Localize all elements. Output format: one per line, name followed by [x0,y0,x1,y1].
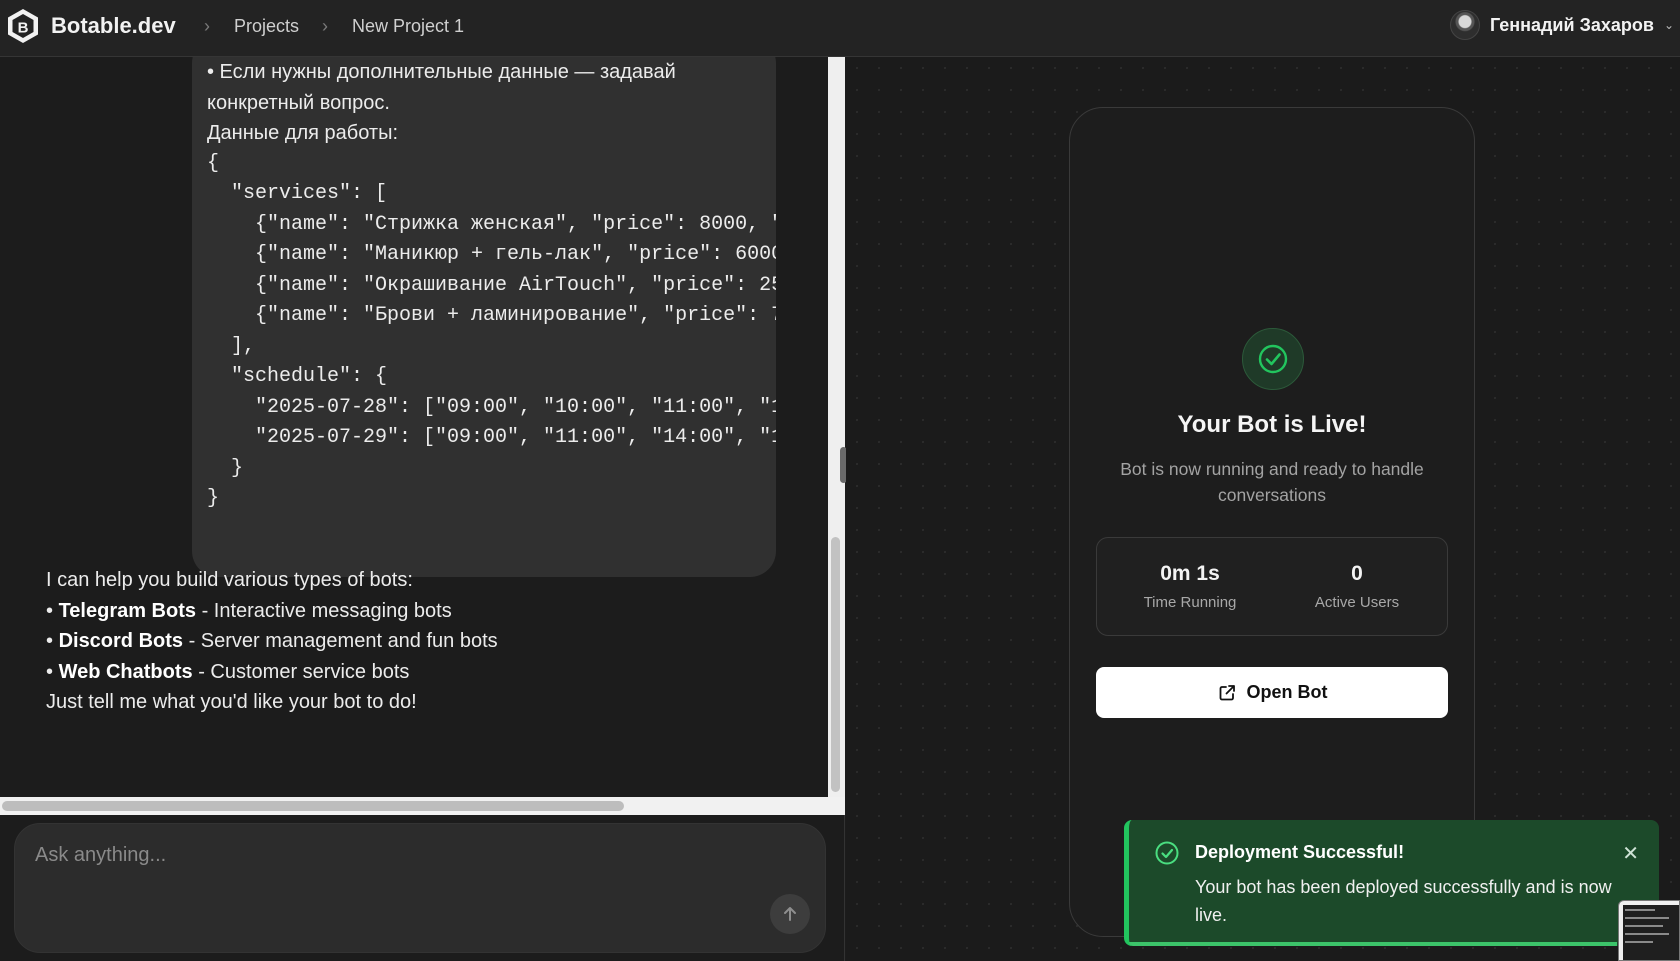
code-line: "2025-07-29": ["09:00", "11:00", "14:00"… [207,426,776,449]
chat-panel: • Если нужны дополнительные данные — зад… [0,57,845,961]
code-line: } [207,487,220,510]
breadcrumb-current-project[interactable]: New Project 1 [352,16,464,37]
check-circle-icon [1242,328,1304,390]
svg-text:B: B [18,20,29,37]
stat-label: Active Users [1314,594,1400,611]
bot-type-title: Telegram Bots [58,599,197,622]
close-icon[interactable]: ✕ [1622,844,1639,864]
bot-type-desc: - Server management and fun bots [183,630,498,652]
code-line: {"name": "Стрижка женская", "price": 800… [207,212,776,236]
user-message-bubble: • Если нужны дополнительные данные — зад… [192,57,776,577]
toast-title: Deployment Successful! [1195,842,1405,862]
arrow-up-icon [784,907,796,921]
stat-label: Time Running [1143,594,1237,611]
avatar[interactable] [1449,10,1480,40]
window-thumbnail[interactable] [1618,900,1680,961]
code-line: { [207,151,220,175]
open-bot-label: Open Bot [1246,682,1328,702]
chat-input[interactable] [35,840,735,870]
phone-frame [1069,107,1475,937]
bot-stats-card: 0m 1s Time Running 0 Active Users [1096,537,1448,636]
user-menu[interactable]: Геннадий Захаров ⌄ [1449,10,1674,40]
bot-live-subtitle: Bot is now running and ready to handle c… [1120,459,1424,505]
chevron-right-icon: › [322,16,328,36]
code-line: {"name": "Окрашивание AirTouch", "price"… [207,273,776,297]
assistant-intro: I can help you build various types of bo… [46,569,413,591]
code-line: {"name": "Брови + ламинирование", "price… [207,304,776,327]
user-name[interactable]: Геннадий Захаров [1490,15,1654,36]
code-line: "services": [ [207,182,388,205]
top-bar: B Botable.dev › Projects › New Project 1… [0,0,1680,57]
code-line: {"name": "Маникюр + гель-лак", "price": … [207,243,776,266]
chat-input-box[interactable] [14,823,826,953]
toast-message: Your bot has been deployed successfully … [1195,877,1612,925]
chat-messages: • Если нужны дополнительные данные — зад… [0,57,828,797]
toast-progress-bar [1129,942,1617,946]
message-line: • Если нужны дополнительные данные — зад… [207,61,676,83]
bot-type-title: Discord Bots [58,630,184,652]
message-line: Данные для работы: [207,122,399,144]
assistant-outro: Just tell me what you'd like your bot to… [46,691,417,713]
list-item: • Discord Bots - Server management and f… [46,630,498,652]
stat-time-running: 0m 1s Time Running [1105,562,1275,611]
list-item: • Telegram Bots - Interactive messaging … [46,599,452,622]
check-circle-icon [1155,841,1179,865]
horizontal-scrollbar-thumb[interactable] [2,801,624,811]
code-line: ], [207,334,256,358]
chevron-right-icon: › [204,16,210,36]
code-line: "schedule": { [207,365,388,388]
list-item: • Web Chatbots - Customer service bots [46,660,410,683]
brand-name[interactable]: Botable.dev [51,13,176,39]
botable-logo-icon[interactable]: B [6,8,40,44]
chevron-down-icon[interactable]: ⌄ [1664,18,1674,32]
stat-value: 0m 1s [1160,562,1220,585]
bot-live-title: Your Bot is Live! [1177,411,1367,438]
code-line: } [207,456,244,480]
breadcrumb-projects[interactable]: Projects [234,16,299,37]
bot-type-desc: - Customer service bots [192,660,410,683]
send-button[interactable] [770,894,810,934]
vertical-scrollbar-thumb[interactable] [831,537,840,792]
deployment-toast: Deployment Successful! Your bot has been… [1124,820,1659,946]
bot-type-desc: - Interactive messaging bots [196,599,452,622]
assistant-message: I can help you build various types of bo… [46,565,766,718]
bot-type-title: Web Chatbots [58,660,193,683]
code-line: "2025-07-28": ["09:00", "10:00", "11:00"… [207,395,776,419]
message-line: конкретный вопрос. [207,91,390,114]
stat-active-users: 0 Active Users [1272,562,1442,611]
open-bot-button[interactable]: Open Bot [1096,667,1448,718]
external-link-icon [1219,684,1235,700]
stat-value: 0 [1351,562,1363,585]
